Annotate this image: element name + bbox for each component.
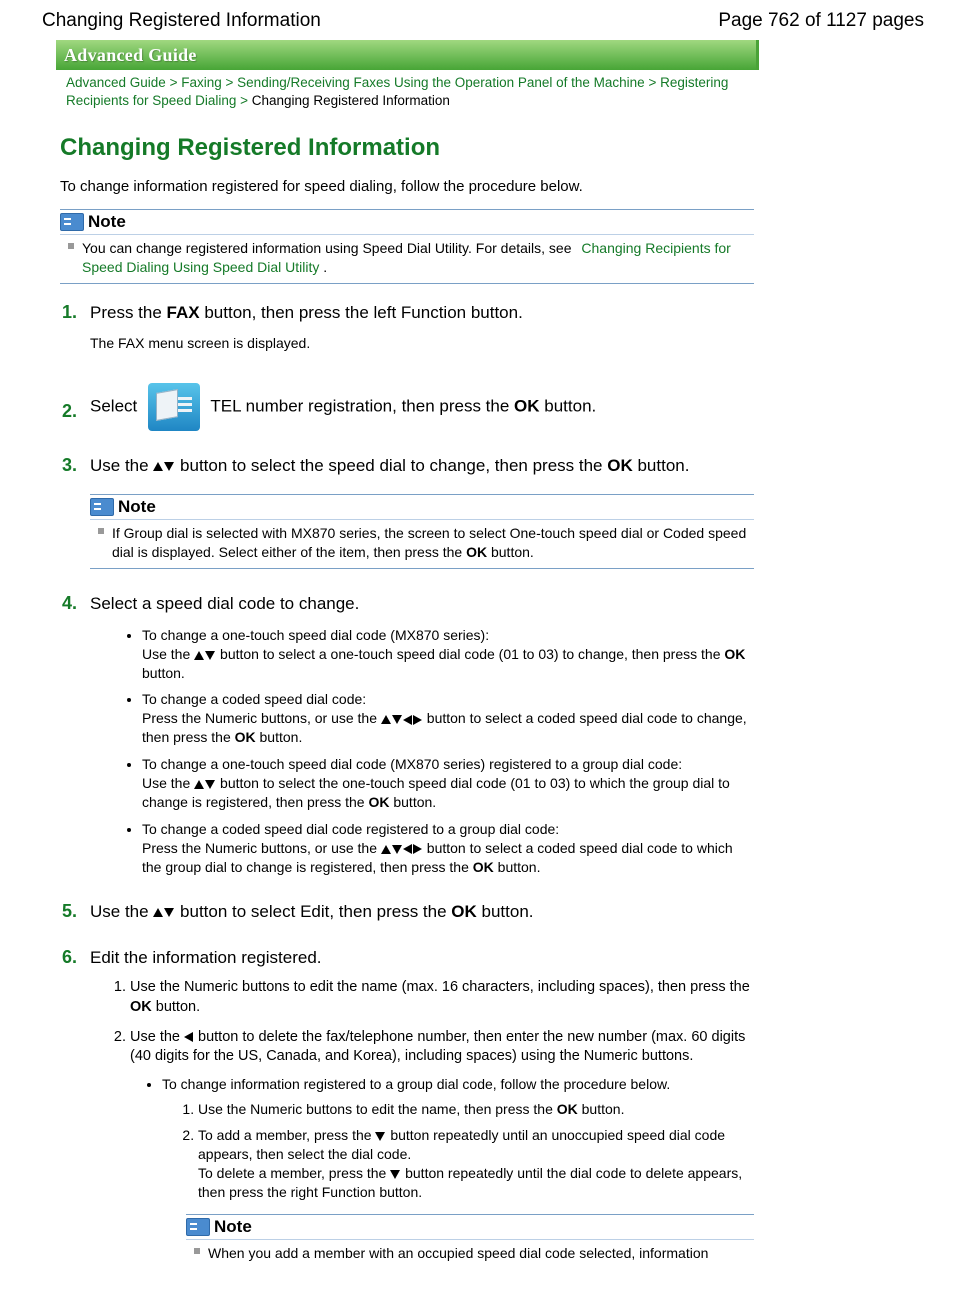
ok-button-ref: OK	[466, 544, 487, 560]
arrow-up-down-icon	[153, 902, 175, 921]
step-number-6: 6.	[62, 947, 77, 968]
step5-text-c: button.	[477, 902, 534, 921]
step3-text-a: Use the	[90, 456, 153, 475]
step2-text-b: TEL number registration, then press the	[210, 397, 514, 416]
step5-text-b: button to select Edit, then press the	[180, 902, 451, 921]
step3-text-c: button.	[633, 456, 690, 475]
step-number-2: 2.	[62, 401, 77, 422]
step-number-1: 1.	[62, 302, 77, 323]
arrow-up-down-icon	[194, 775, 216, 791]
bullet-icon	[98, 528, 104, 534]
step6-note-text: When you add a member with an occupied s…	[208, 1245, 708, 1261]
page-title: Changing Registered Information	[60, 134, 754, 162]
tel-registration-icon	[148, 383, 200, 431]
step6-head: Edit the information registered.	[90, 947, 754, 970]
arrow-left-icon	[184, 1029, 194, 1045]
step1-text-b: button, then press the left Function but…	[200, 303, 523, 322]
step4-bullet-4: To change a coded speed dial code regist…	[142, 820, 754, 877]
note-tail: .	[323, 259, 327, 275]
doc-title: Changing Registered Information	[42, 10, 321, 32]
arrow-down-icon	[390, 1165, 401, 1181]
step-number-4: 4.	[62, 593, 77, 614]
step6-sub2-inner: To change information registered to a gr…	[162, 1075, 754, 1202]
step-number-3: 3.	[62, 455, 77, 476]
step1-sub: The FAX menu screen is displayed.	[90, 335, 754, 351]
step4-bullet-1: To change a one-touch speed dial code (M…	[142, 626, 754, 683]
note-label: Note	[88, 212, 126, 232]
breadcrumb: Advanced Guide > Faxing > Sending/Receiv…	[66, 74, 754, 110]
page-counter: Page 762 of 1127 pages	[718, 10, 924, 32]
step5-text-a: Use the	[90, 902, 153, 921]
breadcrumb-sep: >	[226, 75, 238, 90]
step2-text-a: Select	[90, 397, 142, 416]
step4-bullet-2: To change a coded speed dial code: Press…	[142, 690, 754, 747]
breadcrumb-advanced-guide[interactable]: Advanced Guide	[66, 75, 166, 90]
arrow-up-down-icon	[153, 456, 175, 475]
step6-sub2: Use the button to delete the fax/telepho…	[130, 1028, 754, 1202]
step3-note-b: button.	[487, 544, 534, 560]
breadcrumb-sending-receiving[interactable]: Sending/Receiving Faxes Using the Operat…	[237, 75, 645, 90]
note-icon	[60, 213, 84, 231]
step6-sub1: Use the Numeric buttons to edit the name…	[130, 978, 754, 1017]
note-icon	[186, 1218, 210, 1236]
breadcrumb-sep: >	[170, 75, 182, 90]
arrow-up-down-icon	[194, 646, 216, 662]
ok-button-ref: OK	[514, 397, 540, 416]
step1-text-a: Press the	[90, 303, 167, 322]
step4-head: Select a speed dial code to change.	[90, 593, 754, 616]
step6-sub2-i2: To add a member, press the button repeat…	[198, 1126, 754, 1202]
bullet-icon	[68, 243, 74, 249]
note-box-intro: Note You can change registered informati…	[60, 209, 754, 284]
note-icon	[90, 498, 114, 516]
step4-bullet-3: To change a one-touch speed dial code (M…	[142, 755, 754, 812]
step6-sub2-i1: Use the Numeric buttons to edit the name…	[198, 1100, 754, 1119]
intro-text: To change information registered for spe…	[60, 178, 754, 195]
step-number-5: 5.	[62, 901, 77, 922]
note-box-step6: Note When you add a member with an occup…	[186, 1214, 754, 1269]
breadcrumb-current: Changing Registered Information	[252, 93, 450, 108]
ok-button-ref: OK	[451, 902, 477, 921]
note-box-step3: Note If Group dial is selected with MX87…	[90, 494, 754, 569]
fax-button-ref: FAX	[167, 303, 200, 322]
bullet-icon	[194, 1248, 200, 1254]
breadcrumb-faxing[interactable]: Faxing	[181, 75, 222, 90]
arrow-udlr-icon	[381, 840, 423, 856]
note-text: You can change registered information us…	[82, 240, 572, 256]
breadcrumb-sep: >	[648, 75, 660, 90]
breadcrumb-sep: >	[240, 93, 252, 108]
arrow-udlr-icon	[381, 710, 423, 726]
note-label: Note	[118, 497, 156, 517]
note-label: Note	[214, 1217, 252, 1237]
step3-text-b: button to select the speed dial to chang…	[180, 456, 607, 475]
step3-note-a: If Group dial is selected with MX870 ser…	[112, 525, 746, 560]
ok-button-ref: OK	[607, 456, 633, 475]
banner-advanced-guide: Advanced Guide	[56, 40, 759, 70]
step2-text-c: button.	[540, 397, 597, 416]
arrow-down-icon	[375, 1127, 386, 1143]
